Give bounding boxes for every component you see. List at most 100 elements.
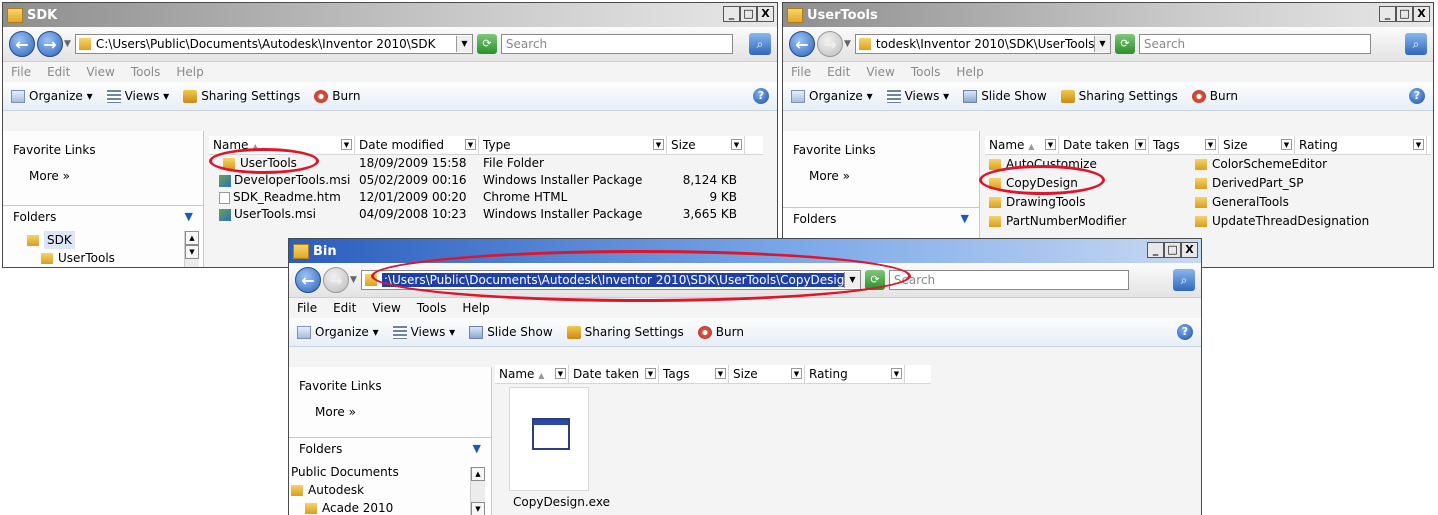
folders-header[interactable]: Folders ▼ xyxy=(3,205,203,228)
address-field[interactable]: :\Users\Public\Documents\Autodesk\Invent… xyxy=(360,270,861,290)
close-button[interactable]: X xyxy=(1181,242,1198,258)
maximize-button[interactable]: □ xyxy=(740,6,757,22)
burn-button[interactable]: Burn xyxy=(1191,89,1238,103)
folder-item[interactable]: ColorSchemeEditor xyxy=(1195,155,1395,173)
menu-view[interactable]: View xyxy=(866,65,894,79)
back-button[interactable]: ← xyxy=(789,31,815,57)
scrollbar[interactable]: ▲ ▼ xyxy=(470,467,485,515)
menu-edit[interactable]: Edit xyxy=(47,65,70,79)
help-icon[interactable]: ? xyxy=(1409,88,1425,104)
views-button[interactable]: Views ▾ xyxy=(886,89,949,103)
tree-item[interactable]: SDK xyxy=(27,231,203,249)
menu-tools[interactable]: Tools xyxy=(131,65,161,79)
column-name[interactable]: Name ▲ ▼ xyxy=(209,136,355,154)
folder-item[interactable]: PartNumberModifier xyxy=(989,212,1195,230)
file-row[interactable]: UserTools.msi 04/09/2008 10:23 Windows I… xyxy=(209,206,769,223)
maximize-button[interactable]: □ xyxy=(1396,6,1413,22)
menu-file[interactable]: File xyxy=(791,65,811,79)
maximize-button[interactable]: □ xyxy=(1164,242,1181,258)
column-rating[interactable]: Rating ▼ xyxy=(805,365,905,383)
close-button[interactable]: X xyxy=(757,6,774,22)
folders-header[interactable]: Folders ▼ xyxy=(289,437,491,460)
file-row[interactable]: SDK_Readme.htm 12/01/2009 00:20 Chrome H… xyxy=(209,189,769,206)
menu-file[interactable]: File xyxy=(297,301,317,315)
close-button[interactable]: X xyxy=(1413,6,1430,22)
menu-help[interactable]: Help xyxy=(956,65,983,79)
address-dropdown[interactable]: ▼ xyxy=(843,272,860,288)
organize-button[interactable]: Organize ▾ xyxy=(11,89,93,103)
minimize-button[interactable]: _ xyxy=(1379,6,1396,22)
tree-item[interactable]: UserTools xyxy=(27,249,203,267)
search-button[interactable]: ⌕ xyxy=(1173,269,1195,291)
minimize-button[interactable]: _ xyxy=(723,6,740,22)
column-type[interactable]: Type ▼ xyxy=(479,136,667,154)
search-button[interactable]: ⌕ xyxy=(1405,33,1427,55)
column-rating[interactable]: Rating ▼ xyxy=(1295,136,1427,154)
address-dropdown[interactable]: ▼ xyxy=(455,36,472,52)
title-bar[interactable]: UserTools _ □ X xyxy=(783,3,1433,27)
sharing-settings-button[interactable]: Sharing Settings xyxy=(183,89,300,103)
folders-header[interactable]: Folders ▼ xyxy=(783,207,979,230)
address-dropdown[interactable]: ▼ xyxy=(1093,36,1110,52)
folder-item[interactable]: GeneralTools xyxy=(1195,193,1395,211)
file-row[interactable]: DeveloperTools.msi 05/02/2009 00:16 Wind… xyxy=(209,172,769,189)
column-size[interactable]: Size ▼ xyxy=(667,136,745,154)
search-button[interactable]: ⌕ xyxy=(749,33,771,55)
burn-button[interactable]: Burn xyxy=(314,89,360,103)
column-date-taken[interactable]: Date taken ▼ xyxy=(569,365,659,383)
column-size[interactable]: Size ▼ xyxy=(1219,136,1295,154)
menu-edit[interactable]: Edit xyxy=(333,301,356,315)
search-input[interactable]: Search xyxy=(888,270,1129,290)
menu-edit[interactable]: Edit xyxy=(827,65,850,79)
more-link[interactable]: More » xyxy=(315,405,491,419)
scrollbar[interactable]: ▲ ▼ xyxy=(184,231,199,267)
back-button[interactable]: ← xyxy=(295,267,321,293)
refresh-button[interactable]: ⟳ xyxy=(1114,34,1135,54)
column-date-modified[interactable]: Date modified ▼ xyxy=(355,136,479,154)
organize-button[interactable]: Organize ▾ xyxy=(297,325,379,339)
column-date-taken[interactable]: Date taken ▼ xyxy=(1059,136,1149,154)
views-button[interactable]: Views ▾ xyxy=(106,89,169,103)
file-label[interactable]: CopyDesign.exe xyxy=(513,495,610,509)
search-input[interactable]: Search xyxy=(1138,34,1371,54)
more-link[interactable]: More » xyxy=(29,169,203,183)
sharing-settings-button[interactable]: Sharing Settings xyxy=(1060,89,1178,103)
minimize-button[interactable]: _ xyxy=(1147,242,1164,258)
menu-file[interactable]: File xyxy=(11,65,31,79)
slide-show-button[interactable]: Slide Show xyxy=(469,325,553,339)
menu-view[interactable]: View xyxy=(86,65,114,79)
file-thumbnail[interactable] xyxy=(509,387,589,491)
burn-button[interactable]: Burn xyxy=(697,325,744,339)
views-button[interactable]: Views ▾ xyxy=(392,325,455,339)
organize-button[interactable]: Organize ▾ xyxy=(791,89,873,103)
folder-item[interactable]: CopyDesign xyxy=(989,174,1195,192)
menu-help[interactable]: Help xyxy=(462,301,489,315)
file-row[interactable]: UserTools 18/09/2009 15:58 File Folder xyxy=(209,155,769,172)
menu-tools[interactable]: Tools xyxy=(417,301,447,315)
title-bar[interactable]: Bin _ □ X xyxy=(289,239,1201,263)
recent-pages-dropdown[interactable]: ▼ xyxy=(350,275,357,285)
help-icon[interactable]: ? xyxy=(1177,324,1193,340)
address-field[interactable]: C:\Users\Public\Documents\Autodesk\Inven… xyxy=(74,34,473,54)
refresh-button[interactable]: ⟳ xyxy=(864,270,885,290)
folder-item[interactable]: DrawingTools xyxy=(989,193,1195,211)
recent-pages-dropdown[interactable]: ▼ xyxy=(64,39,71,49)
menu-view[interactable]: View xyxy=(372,301,400,315)
column-size[interactable]: Size ▼ xyxy=(729,365,805,383)
recent-pages-dropdown[interactable]: ▼ xyxy=(844,39,851,49)
help-icon[interactable]: ? xyxy=(753,88,769,104)
back-button[interactable]: ← xyxy=(9,31,35,57)
sharing-settings-button[interactable]: Sharing Settings xyxy=(566,325,684,339)
column-name[interactable]: Name ▲ ▼ xyxy=(495,365,569,383)
address-field[interactable]: todesk\Inventor 2010\SDK\UserTools ▼ xyxy=(854,34,1111,54)
folder-item[interactable]: AutoCustomize xyxy=(989,155,1195,173)
search-input[interactable]: Search xyxy=(500,34,733,54)
column-tags[interactable]: Tags ▼ xyxy=(1149,136,1219,154)
more-link[interactable]: More » xyxy=(809,169,979,183)
folder-item[interactable]: UpdateThreadDesignation xyxy=(1195,212,1395,230)
column-tags[interactable]: Tags ▼ xyxy=(659,365,729,383)
column-name[interactable]: Name ▲ ▼ xyxy=(985,136,1059,154)
refresh-button[interactable]: ⟳ xyxy=(476,34,497,54)
forward-button[interactable]: → xyxy=(817,31,843,57)
forward-button[interactable]: → xyxy=(37,31,63,57)
